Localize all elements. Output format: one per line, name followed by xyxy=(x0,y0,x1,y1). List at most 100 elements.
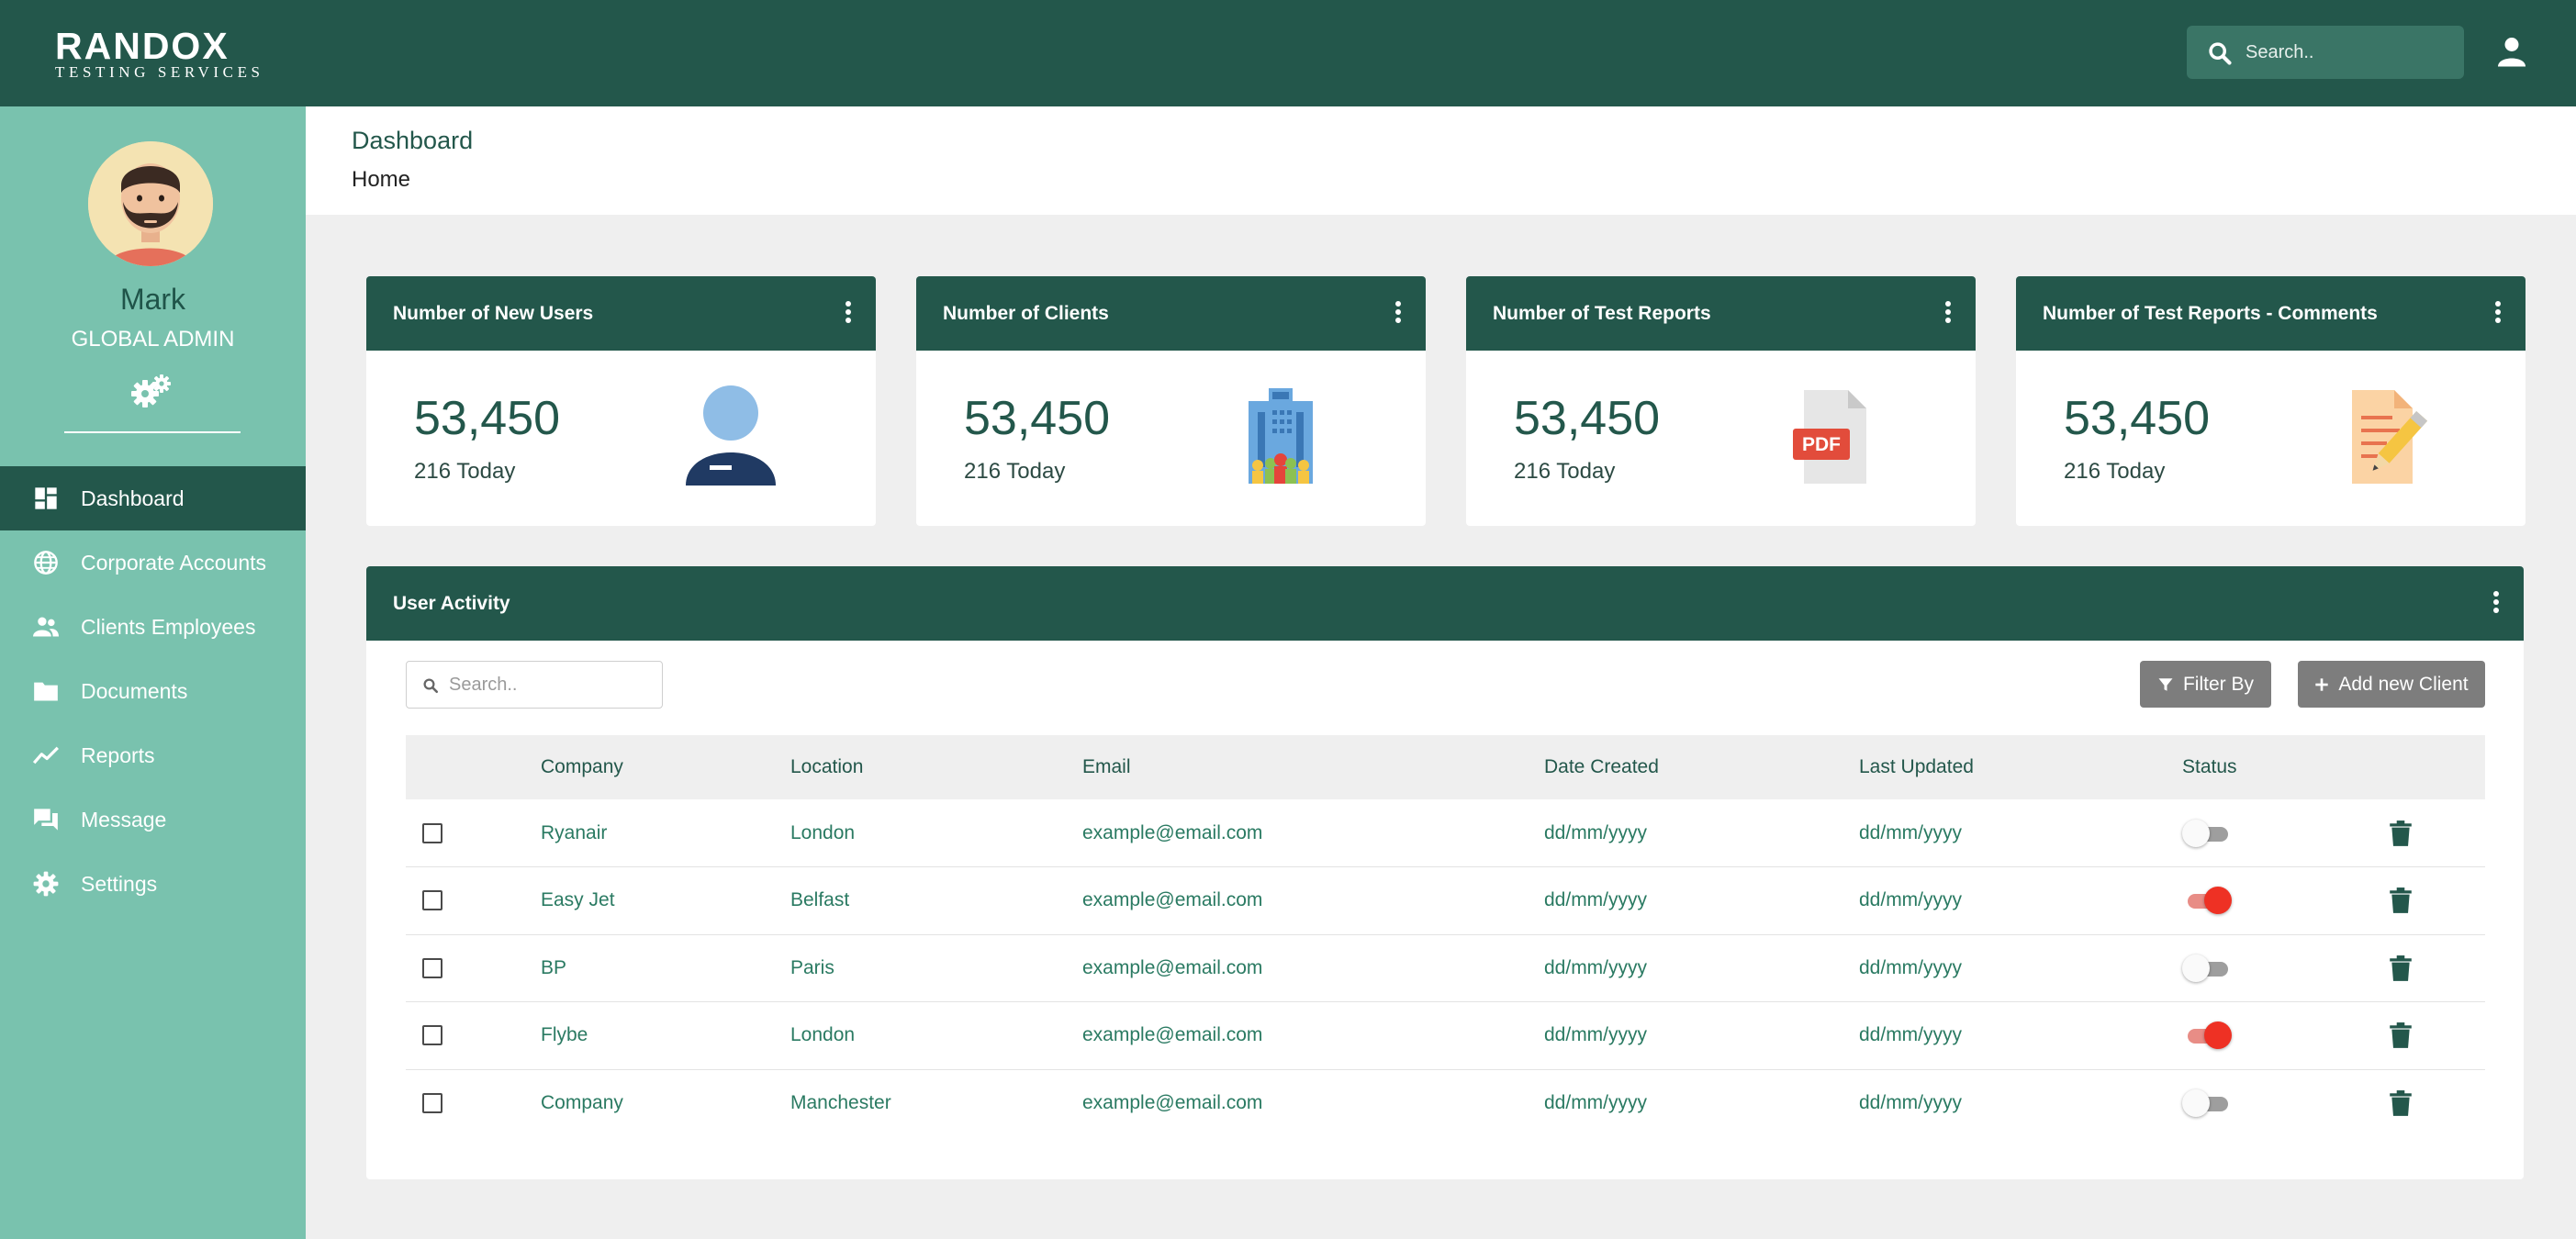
filter-by-button[interactable]: Filter By xyxy=(2140,661,2271,708)
sidebar-item-label: Clients Employees xyxy=(81,614,256,639)
pdf-icon: PDF xyxy=(1793,390,1866,484)
gears-icon[interactable] xyxy=(130,374,171,408)
add-new-client-button[interactable]: Add new Client xyxy=(2298,661,2485,708)
email-cell: example@email.com xyxy=(1082,1024,1263,1046)
more-options-icon[interactable] xyxy=(1394,301,1402,327)
trash-icon[interactable] xyxy=(2389,954,2413,982)
user-account-icon[interactable] xyxy=(2495,35,2528,68)
avatar[interactable] xyxy=(88,141,213,266)
last-updated-cell: dd/mm/yyyy xyxy=(1859,956,1963,978)
row-select-cell xyxy=(406,799,541,867)
trash-icon[interactable] xyxy=(2389,1021,2413,1049)
actions-cell xyxy=(2361,934,2485,1002)
sidebar-item-message[interactable]: Message xyxy=(0,787,306,852)
trash-icon[interactable] xyxy=(2389,1089,2413,1117)
status-toggle[interactable] xyxy=(2182,954,2232,982)
company-cell: Ryanair xyxy=(541,821,608,843)
panel-header: User Activity xyxy=(366,566,2524,641)
card-today-count: 216 Today xyxy=(414,459,516,484)
top-bar: RANDOX TESTING SERVICES xyxy=(0,0,2576,106)
row-select-cell xyxy=(406,1069,541,1137)
table-search-box[interactable] xyxy=(406,661,663,709)
more-options-icon[interactable] xyxy=(845,301,852,327)
table-row: BP Paris example@email.com dd/mm/yyyy dd… xyxy=(406,934,2485,1002)
card-clients: Number of Clients 53,450 216 Today xyxy=(916,276,1426,526)
location-cell: London xyxy=(790,1024,856,1046)
more-options-icon[interactable] xyxy=(1944,301,1952,327)
column-header-actions xyxy=(2361,735,2485,799)
table-search-input[interactable] xyxy=(449,669,651,700)
status-toggle[interactable] xyxy=(2182,1021,2232,1050)
date-created-cell: dd/mm/yyyy xyxy=(1544,821,1648,843)
date-created-cell: dd/mm/yyyy xyxy=(1544,889,1648,911)
sidebar-item-settings[interactable]: Settings xyxy=(0,852,306,916)
status-toggle[interactable] xyxy=(2182,887,2232,915)
status-cell xyxy=(2182,867,2361,935)
sidebar-item-documents[interactable]: Documents xyxy=(0,659,306,723)
card-header: Number of New Users xyxy=(366,276,876,351)
status-toggle[interactable] xyxy=(2182,1089,2232,1117)
chat-icon xyxy=(34,809,58,831)
table-row: Easy Jet Belfast example@email.com dd/mm… xyxy=(406,867,2485,935)
trash-icon[interactable] xyxy=(2389,820,2413,847)
location-cell: Paris xyxy=(790,956,834,978)
column-header-date-created[interactable]: Date Created xyxy=(1544,735,1859,799)
row-checkbox[interactable] xyxy=(422,822,442,843)
top-search-box[interactable] xyxy=(2187,26,2464,79)
sidebar-item-label: Dashboard xyxy=(81,486,185,510)
sidebar-nav: Dashboard Corporate Accounts Clients Emp… xyxy=(0,466,306,916)
column-header-last-updated[interactable]: Last Updated xyxy=(1859,735,2182,799)
email-cell: example@email.com xyxy=(1082,956,1263,978)
user-activity-panel: User Activity Filter By Add new Client C… xyxy=(366,566,2524,1179)
user-icon xyxy=(686,385,776,486)
card-header: Number of Test Reports xyxy=(1466,276,1976,351)
status-toggle[interactable] xyxy=(2182,819,2232,847)
last-updated-cell: dd/mm/yyyy xyxy=(1859,1024,1963,1046)
card-today-count: 216 Today xyxy=(2064,459,2166,484)
sidebar: Mark GLOBAL ADMIN Dashboard Corporate Ac… xyxy=(0,106,306,1239)
location-cell: Manchester xyxy=(790,1092,891,1113)
row-checkbox[interactable] xyxy=(422,1025,442,1046)
date-created-cell: dd/mm/yyyy xyxy=(1544,1024,1648,1046)
sidebar-item-corporate-accounts[interactable]: Corporate Accounts xyxy=(0,530,306,595)
globe-icon xyxy=(34,551,58,575)
column-header-select xyxy=(406,735,541,799)
avatar-illustration xyxy=(88,141,213,266)
randox-logo[interactable]: RANDOX TESTING SERVICES xyxy=(55,26,264,81)
status-cell xyxy=(2182,1069,2361,1137)
sidebar-item-dashboard[interactable]: Dashboard xyxy=(0,466,306,530)
row-checkbox[interactable] xyxy=(422,890,442,911)
column-header-location[interactable]: Location xyxy=(790,735,1082,799)
sidebar-item-reports[interactable]: Reports xyxy=(0,723,306,787)
more-options-icon[interactable] xyxy=(2494,301,2502,327)
row-checkbox[interactable] xyxy=(422,957,442,978)
email-cell: example@email.com xyxy=(1082,821,1263,843)
table-row: Flybe London example@email.com dd/mm/yyy… xyxy=(406,1002,2485,1070)
location-cell: London xyxy=(790,821,856,843)
card-test-reports-comments: Number of Test Reports - Comments 53,450… xyxy=(2016,276,2526,526)
column-header-company[interactable]: Company xyxy=(541,735,790,799)
trash-icon[interactable] xyxy=(2389,887,2413,914)
column-header-email[interactable]: Email xyxy=(1082,735,1544,799)
logo-wordmark: RANDOX xyxy=(55,25,230,67)
row-checkbox[interactable] xyxy=(422,1093,442,1113)
card-new-users: Number of New Users 53,450 216 Today xyxy=(366,276,876,526)
row-select-cell xyxy=(406,1002,541,1070)
card-value: 53,450 xyxy=(964,392,1111,445)
card-today-count: 216 Today xyxy=(964,459,1066,484)
search-icon xyxy=(2209,42,2232,65)
last-updated-cell: dd/mm/yyyy xyxy=(1859,889,1963,911)
folder-icon xyxy=(34,682,58,701)
column-header-status[interactable]: Status xyxy=(2182,735,2361,799)
actions-cell xyxy=(2361,1002,2485,1070)
filter-by-label: Filter By xyxy=(2182,673,2254,695)
notepad-pencil-icon xyxy=(2352,390,2428,484)
card-value: 53,450 xyxy=(414,392,561,445)
building-icon xyxy=(1249,388,1313,484)
more-options-icon[interactable] xyxy=(2492,591,2500,617)
table-header-row: Company Location Email Date Created Last… xyxy=(406,735,2485,799)
row-select-cell xyxy=(406,934,541,1002)
sidebar-item-clients-employees[interactable]: Clients Employees xyxy=(0,595,306,659)
breadcrumb[interactable]: Home xyxy=(352,167,410,193)
top-search-input[interactable] xyxy=(2246,35,2447,70)
